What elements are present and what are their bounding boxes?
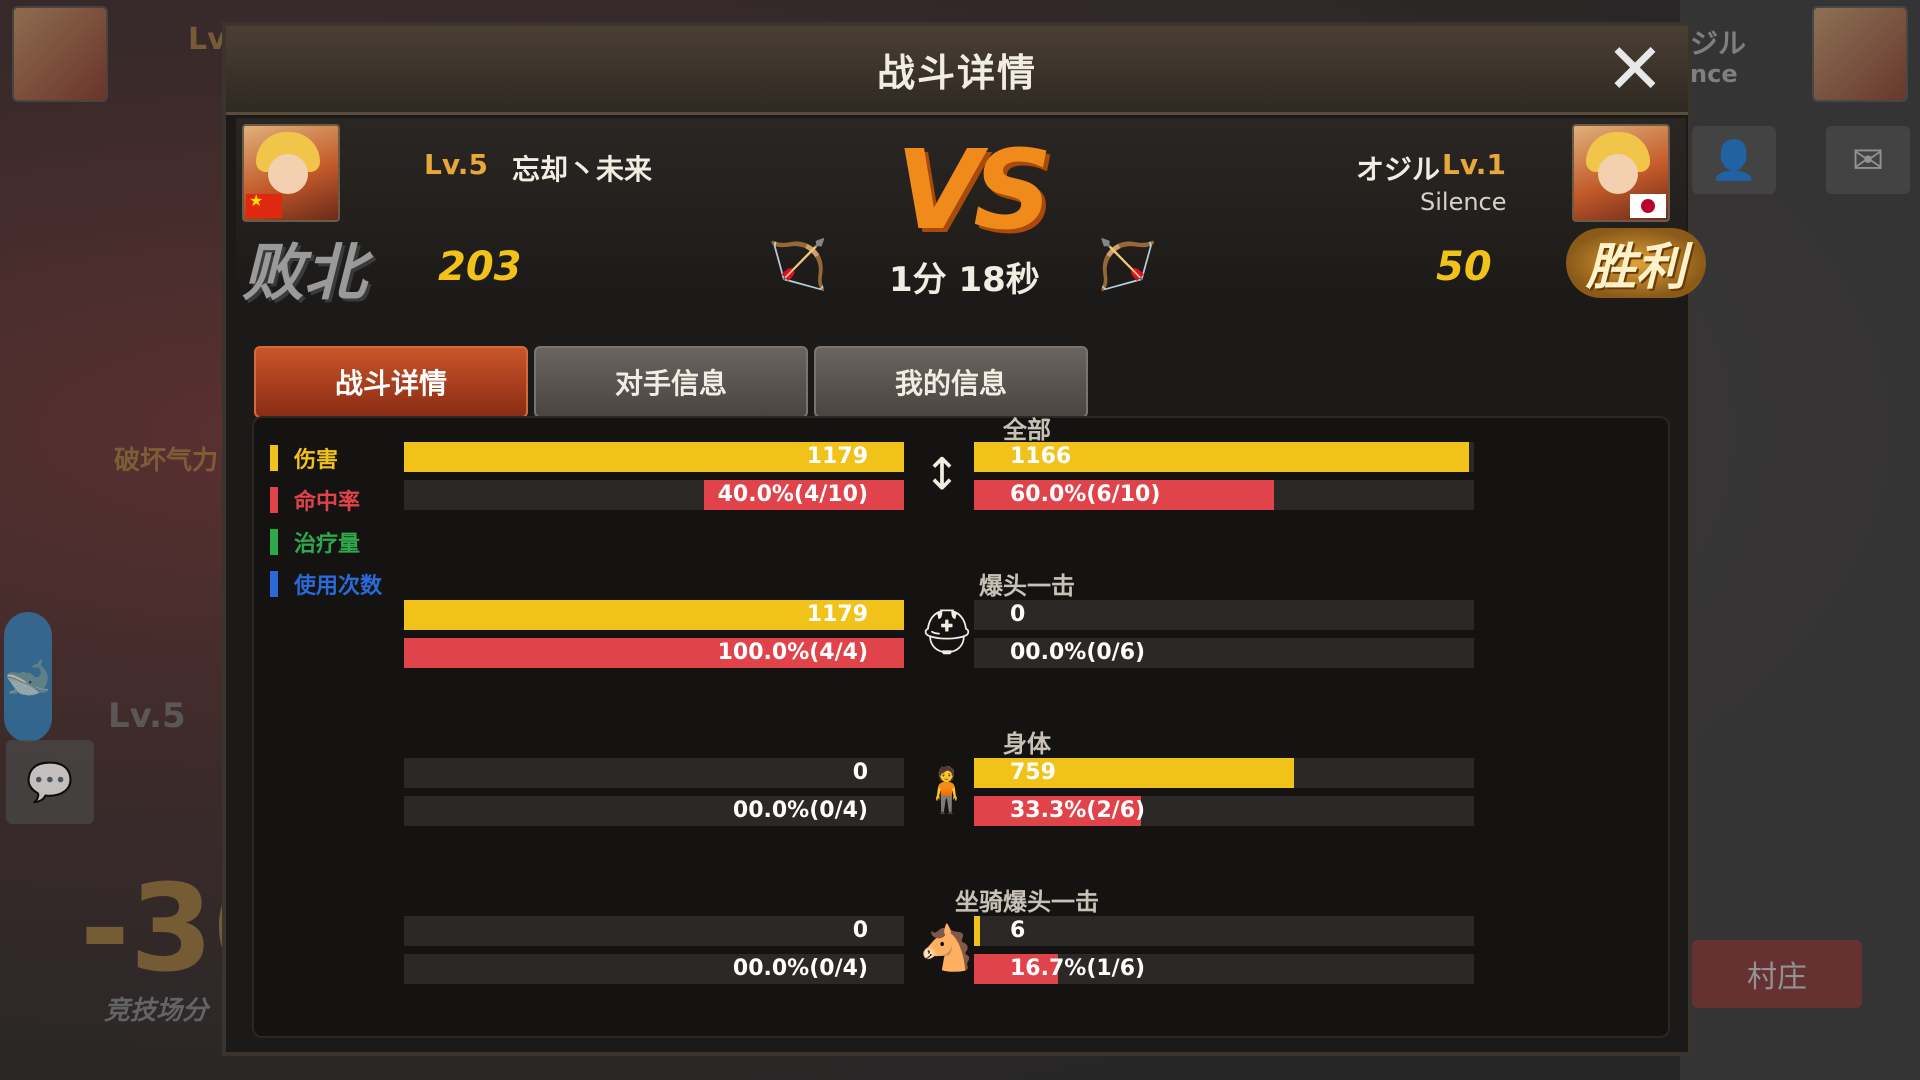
right-hit-value: 00.0%(0/6) (1010, 640, 1146, 665)
china-flag-icon (246, 191, 282, 218)
background-label: 破坏气力 (114, 446, 219, 476)
legend-healing: 治疗量 (270, 526, 360, 558)
horse-icon: 🐴 (919, 923, 974, 974)
legend-hit-rate: 命中率 (270, 484, 360, 516)
left-hit-value: 00.0%(0/4) (732, 798, 868, 823)
background-caption: 竞技场分 (104, 996, 209, 1026)
japan-flag-icon (1630, 194, 1666, 218)
left-damage-value: 0 (852, 918, 868, 943)
left-player-level: Lv.5 (424, 148, 488, 181)
left-damage-row: 0 (404, 916, 904, 946)
section-title-all: 全部 (1003, 416, 1051, 444)
left-damage-row: 0 (404, 758, 904, 788)
left-hit-row: 100.0%(4/4) (404, 638, 904, 668)
left-player-name: 忘却丶未来 (512, 153, 653, 186)
legend-swatch (270, 487, 278, 513)
right-hit-row: 60.0%(6/10) (974, 480, 1474, 510)
right-damage-row: 1166 (974, 442, 1474, 472)
dialog-titlebar: 战斗详情 ✕ (226, 26, 1688, 115)
avatar-face (268, 154, 308, 194)
stats-panel: 伤害 命中率 治疗量 使用次数 全部 1179 40.0%(4/10) 1166… (252, 416, 1670, 1038)
right-hit-row: 33.3%(2/6) (974, 796, 1474, 826)
background-mail-button: ✉ (1826, 126, 1910, 194)
right-hit-value: 33.3%(2/6) (1010, 798, 1146, 823)
left-hit-value: 100.0%(4/4) (717, 640, 868, 665)
defeat-badge: 败北 (242, 236, 367, 309)
section-title-headshot: 爆头一击 (979, 572, 1075, 600)
left-player-avatar (242, 124, 340, 222)
left-damage-row: 1179 (404, 442, 904, 472)
right-damage-row: 6 (974, 916, 1474, 946)
left-hit-row: 00.0%(0/4) (404, 796, 904, 826)
right-player-avatar (1572, 124, 1670, 222)
section-title-mount-headshot: 坐骑爆头一击 (955, 888, 1099, 916)
legend-use-count: 使用次数 (270, 568, 382, 600)
vs-logo: VS (896, 126, 1052, 254)
tab-my-info[interactable]: 我的信息 (814, 346, 1088, 418)
left-hit-value: 40.0%(4/10) (717, 482, 868, 507)
avatar-face (1598, 154, 1638, 194)
left-damage-row: 1179 (404, 600, 904, 630)
victory-badge: 胜利 (1566, 228, 1706, 298)
match-duration: 1分 18秒 (889, 260, 1040, 300)
right-damage-value: 0 (1010, 602, 1026, 627)
right-hit-value: 60.0%(6/10) (1010, 482, 1161, 507)
right-hit-row: 00.0%(0/6) (974, 638, 1474, 668)
legend-damage: 伤害 (270, 442, 338, 474)
background-avatar-right (1812, 6, 1908, 102)
left-player-score: 203 (438, 244, 522, 290)
bow-icon-right: 🏹 (1098, 237, 1158, 293)
left-damage-value: 0 (852, 760, 868, 785)
right-damage-value: 6 (1010, 918, 1026, 943)
left-hit-row: 00.0%(0/4) (404, 954, 904, 984)
right-hit-value: 16.7%(1/6) (1010, 956, 1146, 981)
tab-battle-details[interactable]: 战斗详情 (254, 346, 528, 418)
background-top-right-sub: nce (1690, 60, 1738, 88)
right-player-score: 50 (1436, 244, 1492, 290)
right-player-name: オジル (1356, 153, 1441, 186)
right-damage-value: 1166 (1010, 444, 1072, 469)
dialog-title: 战斗详情 (876, 50, 1037, 95)
left-damage-value: 1179 (806, 602, 868, 627)
legend-label: 命中率 (294, 490, 361, 515)
background-top-right-name: ジル (1690, 27, 1747, 60)
body-icon: 🧍 (919, 765, 974, 816)
arrow-icon: ↕ (923, 449, 961, 500)
left-damage-value: 1179 (806, 444, 868, 469)
legend-label: 使用次数 (294, 574, 383, 599)
right-player-level: Lv.1 (1442, 148, 1506, 181)
background-village-label: 村庄 (1747, 960, 1807, 995)
legend-label: 治疗量 (294, 532, 361, 557)
bow-icon-left: 🏹 (768, 237, 828, 293)
right-hit-row: 16.7%(1/6) (974, 954, 1474, 984)
background-chat-icon: 💬 (6, 740, 94, 824)
match-header: 败北 Lv.5 忘却丶未来 203 🏹 VS 1分 18秒 🏹 オジル Lv.1… (236, 118, 1706, 309)
background-avatar-left (12, 6, 108, 102)
background-add-friend-button: 👤 (1692, 126, 1776, 194)
legend-swatch (270, 529, 278, 555)
background-village-button: 村庄 (1692, 940, 1862, 1008)
background-whale-icon: 🐋 (4, 612, 52, 742)
tab-opponent-info[interactable]: 对手信息 (534, 346, 808, 418)
right-player-subtitle: Silence (1420, 188, 1507, 216)
legend-swatch (270, 571, 278, 597)
close-icon[interactable]: ✕ (1600, 34, 1670, 104)
right-damage-value: 759 (1010, 760, 1056, 785)
helmet-icon: ⛑ (919, 607, 975, 658)
right-damage-bar (974, 916, 980, 946)
section-title-body: 身体 (1003, 730, 1051, 758)
right-damage-row: 759 (974, 758, 1474, 788)
background-level: Lv.5 (108, 696, 186, 736)
right-damage-row: 0 (974, 600, 1474, 630)
legend-swatch (270, 445, 278, 471)
left-hit-value: 00.0%(0/4) (732, 956, 868, 981)
legend-label: 伤害 (294, 448, 339, 473)
battle-details-dialog: 战斗详情 ✕ 败北 Lv.5 忘却丶未来 203 🏹 VS 1分 18秒 🏹 オ… (222, 22, 1706, 1056)
left-hit-row: 40.0%(4/10) (404, 480, 904, 510)
background-top-left-lv: Lv (188, 22, 227, 57)
